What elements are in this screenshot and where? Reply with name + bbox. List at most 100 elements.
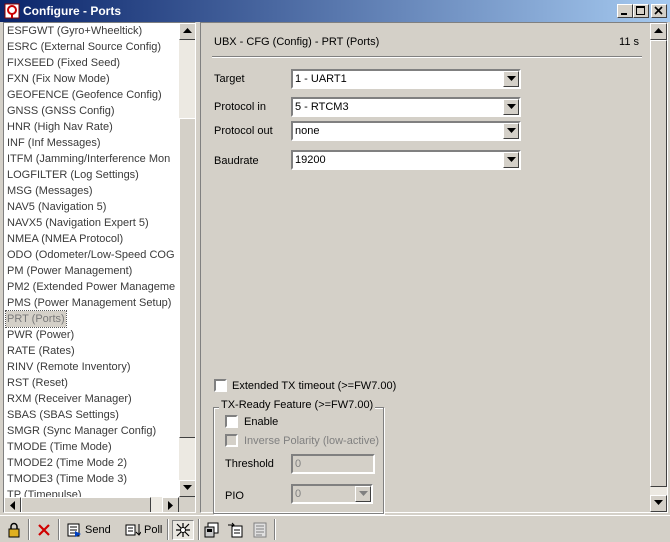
pio-dropdown-button[interactable] <box>355 486 371 502</box>
list-horizontal-scrollbar[interactable] <box>4 497 179 512</box>
protocol-in-select[interactable]: 5 - RTCM3 <box>291 97 521 117</box>
panel-vertical-scrollbar[interactable] <box>650 23 667 512</box>
threshold-input[interactable]: 0 <box>291 454 375 474</box>
arrow-up-icon <box>183 28 192 33</box>
panel-scroll-up-button[interactable] <box>650 23 667 40</box>
arrow-up-icon <box>654 28 663 33</box>
list-item[interactable]: SBAS (SBAS Settings) <box>7 407 119 423</box>
list-item[interactable]: INF (Inf Messages) <box>7 135 101 151</box>
list-item[interactable]: NMEA (NMEA Protocol) <box>7 231 123 247</box>
discard-button[interactable] <box>36 520 52 540</box>
scroll-right-button[interactable] <box>162 497 179 512</box>
maximize-button[interactable] <box>633 4 649 18</box>
list-item[interactable]: HNR (High Nav Rate) <box>7 119 113 135</box>
baudrate-select[interactable]: 19200 <box>291 150 521 170</box>
list-item[interactable]: RST (Reset) <box>7 375 68 391</box>
minimize-button[interactable] <box>617 4 633 18</box>
lock-button[interactable] <box>6 520 22 540</box>
extended-tx-checkbox[interactable] <box>214 379 227 392</box>
list-item[interactable]: ESFGWT (Gyro+Wheeltick) <box>7 23 142 39</box>
arrow-down-icon <box>654 500 663 505</box>
list-item[interactable]: RXM (Receiver Manager) <box>7 391 132 407</box>
target-dropdown-button[interactable] <box>503 71 519 87</box>
list-item[interactable]: LOGFILTER (Log Settings) <box>7 167 139 183</box>
pio-label: PIO <box>225 490 244 502</box>
baudrate-value: 19200 <box>295 154 326 166</box>
threshold-label: Threshold <box>225 458 274 470</box>
send-button[interactable]: Send <box>66 520 111 540</box>
chevron-down-icon <box>359 491 368 496</box>
list-item[interactable]: FIXSEED (Fixed Seed) <box>7 55 120 71</box>
panel-time: 11 s <box>619 36 639 48</box>
protocol-in-dropdown-button[interactable] <box>503 99 519 115</box>
list-item[interactable]: FXN (Fix Now Mode) <box>7 71 110 87</box>
protocol-out-value: none <box>295 125 320 137</box>
toolbar-separator <box>58 519 60 540</box>
list-item[interactable]: SMGR (Sync Manager Config) <box>7 423 156 439</box>
panel-title: UBX - CFG (Config) - PRT (Ports) <box>214 36 380 48</box>
panel-scroll-thumb[interactable] <box>650 40 667 487</box>
list-item[interactable]: TMODE3 (Time Mode 3) <box>7 471 127 487</box>
config-panel: UBX - CFG (Config) - PRT (Ports) 11 s Ta… <box>200 22 668 514</box>
title-bar: Configure - Ports <box>0 0 670 22</box>
enable-checkbox[interactable] <box>225 415 238 428</box>
arrow-right-icon <box>168 501 173 510</box>
list-scroll-thumb[interactable] <box>179 118 195 438</box>
pio-select[interactable]: 0 <box>291 484 373 504</box>
list-item[interactable]: ESRC (External Source Config) <box>7 39 161 55</box>
load-config-button[interactable] <box>227 520 243 540</box>
protocol-out-select[interactable]: none <box>291 121 521 141</box>
save-config-button[interactable] <box>204 520 220 540</box>
chevron-down-icon <box>507 76 516 81</box>
list-item[interactable]: PMS (Power Management Setup) <box>7 295 171 311</box>
list-item[interactable]: TP (Timepulse) <box>7 487 82 497</box>
list-item[interactable]: NAVX5 (Navigation Expert 5) <box>7 215 149 231</box>
list-item[interactable]: PRT (Ports) <box>5 310 67 328</box>
protocol-in-label: Protocol in <box>214 101 266 113</box>
list-item[interactable]: GNSS (GNSS Config) <box>7 103 115 119</box>
target-select[interactable]: 1 - UART1 <box>291 69 521 89</box>
list-item[interactable]: GEOFENCE (Geofence Config) <box>7 87 162 103</box>
chevron-down-icon <box>507 104 516 109</box>
scroll-left-button[interactable] <box>4 497 21 512</box>
arrow-left-icon <box>10 501 15 510</box>
close-button[interactable] <box>651 4 667 18</box>
message-list-items: ESFGWT (Gyro+Wheeltick) ESRC (External So… <box>4 23 179 497</box>
inverse-polarity-checkbox[interactable] <box>225 434 238 447</box>
pio-value: 0 <box>295 488 302 500</box>
protocol-out-dropdown-button[interactable] <box>503 123 519 139</box>
list-item[interactable]: ODO (Odometer/Low-Speed COG <box>7 247 175 263</box>
auto-poll-toggle[interactable] <box>172 520 194 540</box>
list-item[interactable]: TMODE (Time Mode) <box>7 439 112 455</box>
chevron-down-icon <box>507 157 516 162</box>
revert-config-button[interactable] <box>252 520 268 540</box>
poll-button[interactable]: Poll <box>125 520 162 540</box>
list-item[interactable]: PM2 (Extended Power Manageme <box>7 279 175 295</box>
app-icon <box>4 3 20 19</box>
list-item[interactable]: RINV (Remote Inventory) <box>7 359 130 375</box>
protocol-in-value: 5 - RTCM3 <box>295 101 349 113</box>
protocol-out-label: Protocol out <box>214 125 273 137</box>
list-vertical-scrollbar[interactable] <box>179 23 195 497</box>
baudrate-label: Baudrate <box>214 155 259 167</box>
list-hscroll-thumb[interactable] <box>21 497 151 512</box>
bottom-toolbar: Send Poll <box>0 515 670 542</box>
list-item[interactable]: ITFM (Jamming/Interference Mon <box>7 151 170 167</box>
arrow-down-icon <box>183 485 192 490</box>
list-item[interactable]: TMODE2 (Time Mode 2) <box>7 455 127 471</box>
list-item[interactable]: PM (Power Management) <box>7 263 132 279</box>
scroll-up-button[interactable] <box>179 23 195 40</box>
scroll-corner <box>179 497 195 512</box>
list-item[interactable]: PWR (Power) <box>7 327 74 343</box>
scroll-down-button[interactable] <box>179 480 195 497</box>
list-item[interactable]: MSG (Messages) <box>7 183 93 199</box>
minimize-icon <box>621 13 627 15</box>
panel-scroll-down-button[interactable] <box>650 495 667 512</box>
baudrate-dropdown-button[interactable] <box>503 152 519 168</box>
toolbar-separator <box>198 519 200 540</box>
list-item[interactable]: NAV5 (Navigation 5) <box>7 199 106 215</box>
poll-icon <box>125 524 141 536</box>
message-list[interactable]: ESFGWT (Gyro+Wheeltick) ESRC (External So… <box>3 22 196 513</box>
list-item[interactable]: RATE (Rates) <box>7 343 75 359</box>
toolbar-separator <box>167 519 169 540</box>
